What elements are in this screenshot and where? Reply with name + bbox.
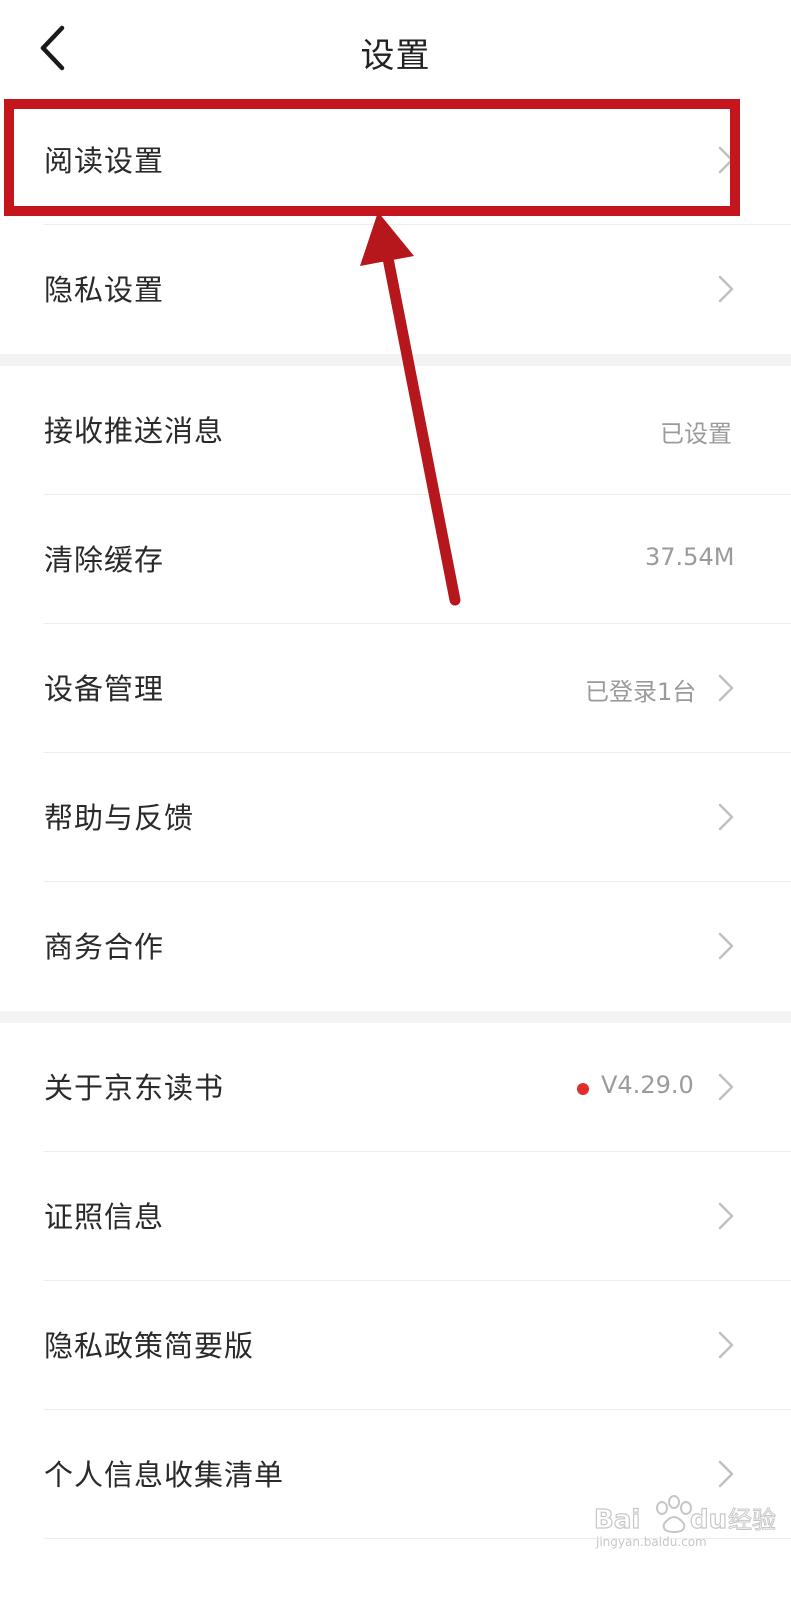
svg-text:du: du xyxy=(690,1505,727,1535)
settings-item-cache[interactable]: 清除缓存 37.54M xyxy=(0,495,791,624)
chevron-right-icon xyxy=(718,1073,734,1101)
baidu-paw-icon: Bai du 经验 jingyan.baidu.com xyxy=(593,1495,777,1549)
chevron-right-icon xyxy=(718,1331,734,1359)
settings-item-about[interactable]: 关于京东读书 V4.29.0 xyxy=(0,1023,791,1152)
baidu-watermark: Bai du 经验 jingyan.baidu.com xyxy=(593,1480,784,1550)
cache-size-value: 37.54M xyxy=(645,543,735,571)
app-header: 设置 xyxy=(0,0,791,100)
device-count-value: 已登录1台 xyxy=(585,678,697,706)
settings-item-label: 商务合作 xyxy=(44,930,165,964)
settings-item-help[interactable]: 帮助与反馈 xyxy=(0,753,791,882)
settings-item-label: 阅读设置 xyxy=(44,144,165,178)
settings-item-label: 证照信息 xyxy=(44,1200,165,1234)
chevron-right-icon xyxy=(718,275,734,303)
settings-item-label: 个人信息收集清单 xyxy=(44,1458,285,1492)
section-divider xyxy=(0,354,791,366)
svg-text:经验: 经验 xyxy=(728,1506,776,1534)
chevron-right-icon xyxy=(718,932,734,960)
settings-item-label: 接收推送消息 xyxy=(44,414,225,448)
update-badge-dot xyxy=(577,1083,589,1095)
settings-item-label: 设备管理 xyxy=(44,672,165,706)
section-divider xyxy=(0,1011,791,1023)
svg-text:Bai: Bai xyxy=(594,1505,640,1535)
settings-item-label: 帮助与反馈 xyxy=(44,801,195,835)
push-status-value: 已设置 xyxy=(660,420,732,448)
settings-item-label: 关于京东读书 xyxy=(44,1071,225,1105)
chevron-right-icon xyxy=(718,674,734,702)
settings-item-label: 隐私设置 xyxy=(44,273,165,307)
settings-item-push[interactable]: 接收推送消息 已设置 xyxy=(0,366,791,495)
chevron-right-icon xyxy=(718,1202,734,1230)
settings-item-privacy[interactable]: 隐私设置 xyxy=(0,225,791,354)
settings-item-devices[interactable]: 设备管理 已登录1台 xyxy=(0,624,791,753)
settings-item-label: 隐私政策简要版 xyxy=(44,1329,255,1363)
page-title: 设置 xyxy=(360,36,431,76)
settings-item-label: 清除缓存 xyxy=(44,543,165,577)
settings-item-policy[interactable]: 隐私政策简要版 xyxy=(0,1281,791,1410)
svg-text:jingyan.baidu.com: jingyan.baidu.com xyxy=(595,1535,707,1549)
settings-item-license[interactable]: 证照信息 xyxy=(0,1152,791,1281)
settings-item-business[interactable]: 商务合作 xyxy=(0,882,791,1011)
chevron-right-icon xyxy=(718,803,734,831)
settings-item-reading[interactable]: 阅读设置 xyxy=(0,96,791,225)
version-value: V4.29.0 xyxy=(601,1071,694,1099)
chevron-right-icon xyxy=(718,146,734,174)
